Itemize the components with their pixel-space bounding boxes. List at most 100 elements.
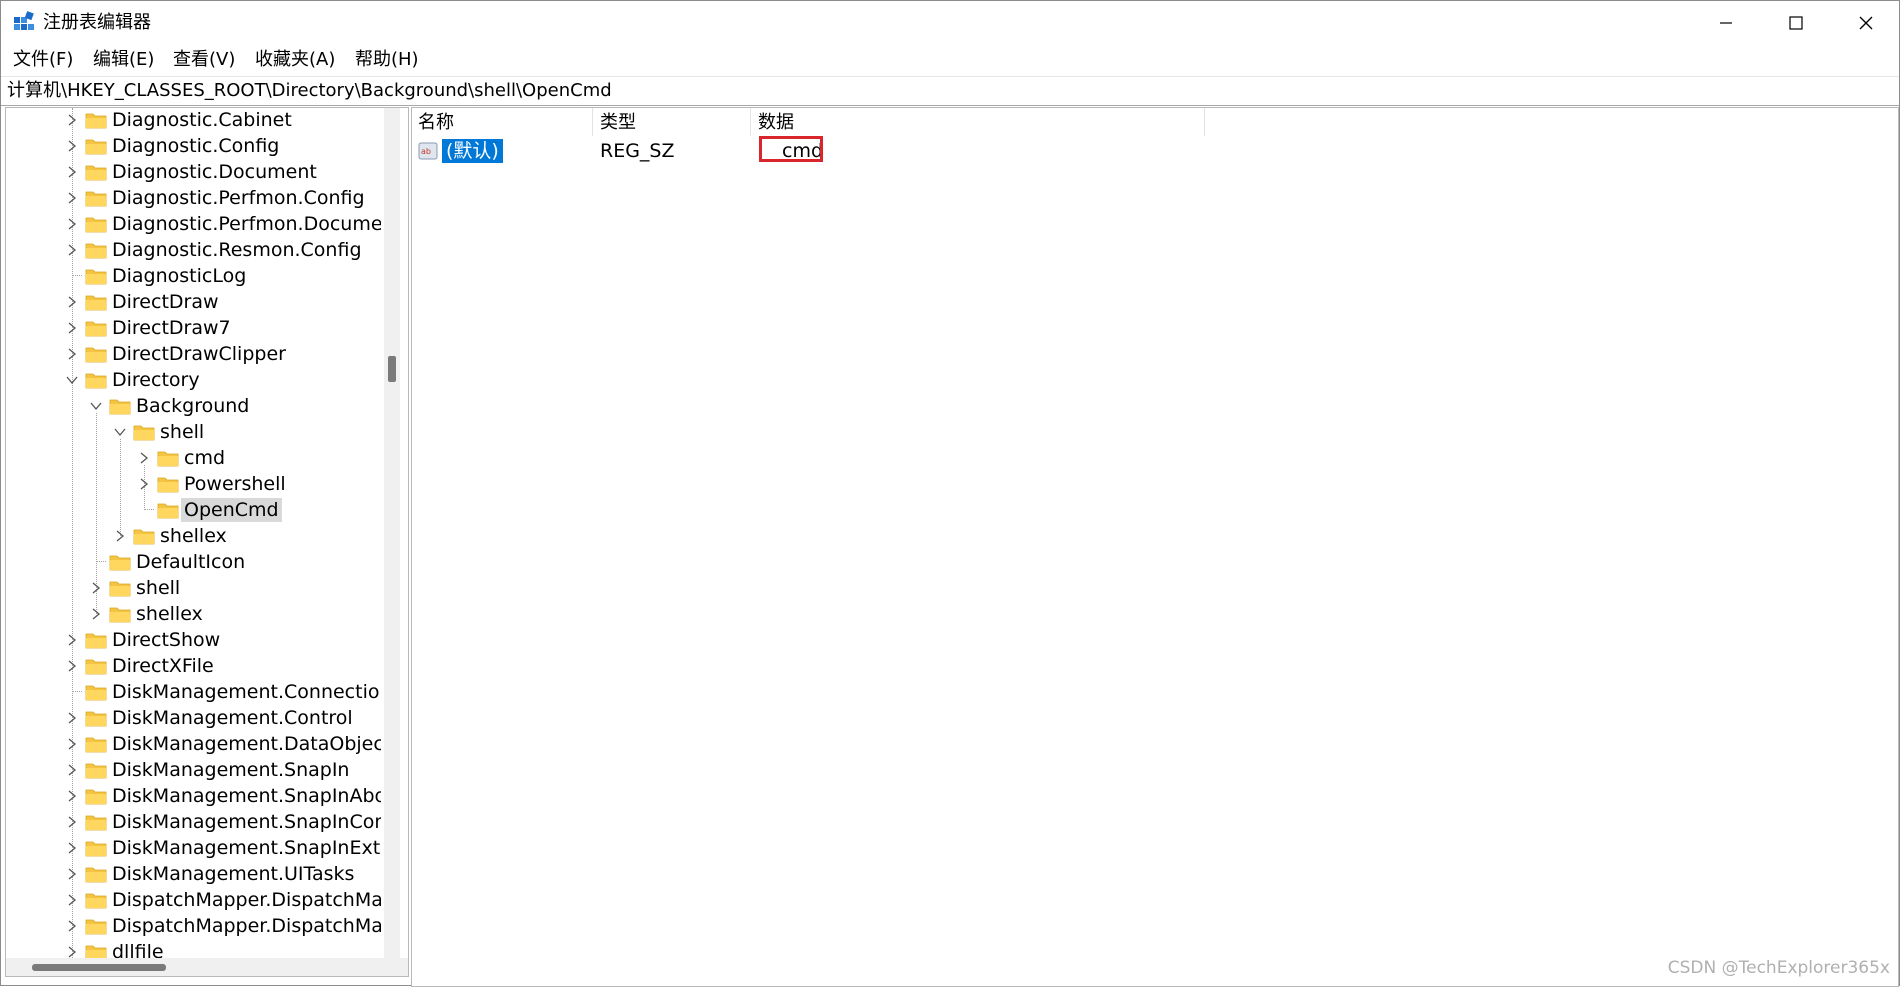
tree-item[interactable]: Powershell [6,471,381,497]
tree-item[interactable]: DiskManagement.DataObject [6,731,381,757]
chevron-right-icon[interactable] [66,920,78,932]
menu-file[interactable]: 文件(F) [13,48,73,72]
tree-item-label[interactable]: dllfile [109,940,167,958]
tree-item[interactable]: DirectDraw7 [6,315,381,341]
tree-item-label[interactable]: cmd [181,446,228,470]
tree-item-label[interactable]: DirectShow [109,628,223,652]
menu-view[interactable]: 查看(V) [173,48,235,72]
tree-item[interactable]: Diagnostic.Perfmon.Config [6,185,381,211]
chevron-down-icon[interactable] [114,426,126,438]
tree-item[interactable]: DiskManagement.SnapInComp [6,809,381,835]
tree-item-label[interactable]: shell [133,576,183,600]
tree-item-label[interactable]: Background [133,394,252,418]
chevron-right-icon[interactable] [66,738,78,750]
tree-item[interactable]: shellex [6,523,381,549]
chevron-right-icon[interactable] [66,140,78,152]
tree-horizontal-scroll-thumb[interactable] [32,964,166,971]
tree-item-label[interactable]: DiskManagement.Control [109,706,356,730]
tree-item[interactable]: Diagnostic.Document [6,159,381,185]
tree-item[interactable]: DiskManagement.Control [6,705,381,731]
tree-item-label[interactable]: DispatchMapper.DispatchMap [109,914,381,938]
minimize-button[interactable] [1691,1,1761,45]
chevron-right-icon[interactable] [66,218,78,230]
chevron-right-icon[interactable] [66,634,78,646]
chevron-right-icon[interactable] [66,114,78,126]
chevron-right-icon[interactable] [66,348,78,360]
chevron-right-icon[interactable] [66,244,78,256]
tree-item-label[interactable]: DiskManagement.SnapInExtens [109,836,381,860]
tree-item-label[interactable]: Diagnostic.Resmon.Config [109,238,365,262]
menu-help[interactable]: 帮助(H) [355,48,419,72]
tree-item-label[interactable]: DefaultIcon [133,550,248,574]
tree-item[interactable]: DispatchMapper.DispatchMap [6,887,381,913]
tree-item[interactable]: OpenCmd [6,497,381,523]
tree-item-label[interactable]: Diagnostic.Perfmon.Document [109,212,381,236]
chevron-right-icon[interactable] [90,608,102,620]
tree-item-label[interactable]: shellex [133,602,206,626]
tree-horizontal-scrollbar[interactable] [6,958,408,976]
tree-item[interactable]: DiskManagement.UITasks [6,861,381,887]
chevron-right-icon[interactable] [66,868,78,880]
chevron-right-icon[interactable] [66,322,78,334]
tree-item[interactable]: Diagnostic.Config [6,133,381,159]
chevron-right-icon[interactable] [138,452,150,464]
chevron-right-icon[interactable] [66,660,78,672]
tree-item[interactable]: Diagnostic.Perfmon.Document [6,211,381,237]
column-header-type[interactable]: 类型 [600,111,636,135]
tree-item-label[interactable]: Diagnostic.Cabinet [109,108,295,132]
tree-item[interactable]: Diagnostic.Cabinet [6,108,381,133]
chevron-right-icon[interactable] [66,764,78,776]
tree-item-label[interactable]: DiskManagement.SnapIn [109,758,352,782]
close-button[interactable] [1831,1,1901,45]
chevron-down-icon[interactable] [66,374,78,386]
tree-item[interactable]: Directory [6,367,381,393]
tree-item[interactable]: DiagnosticLog [6,263,381,289]
chevron-right-icon[interactable] [90,582,102,594]
tree-item-label[interactable]: Diagnostic.Config [109,134,282,158]
tree-item-label[interactable]: DirectXFile [109,654,217,678]
tree-item-label[interactable]: Powershell [181,472,289,496]
tree-item-label[interactable]: DirectDraw7 [109,316,234,340]
column-separator[interactable] [750,108,751,136]
column-separator[interactable] [1204,108,1205,136]
column-header-data[interactable]: 数据 [758,111,794,135]
tree-item[interactable]: DirectShow [6,627,381,653]
tree-item[interactable]: DirectDrawClipper [6,341,381,367]
column-header-name[interactable]: 名称 [418,111,454,135]
chevron-right-icon[interactable] [66,166,78,178]
tree-item-label[interactable]: shell [157,420,207,444]
tree-item-label[interactable]: DiskManagement.SnapInAbout [109,784,381,808]
tree-item-label[interactable]: Diagnostic.Document [109,160,320,184]
tree-item[interactable]: DiskManagement.SnapInExtens [6,835,381,861]
tree-item-label[interactable]: DiagnosticLog [109,264,249,288]
tree-item[interactable]: DiskManagement.SnapIn [6,757,381,783]
tree-item[interactable]: DispatchMapper.DispatchMap [6,913,381,939]
tree-item[interactable]: shell [6,575,381,601]
tree-item[interactable]: shell [6,419,381,445]
chevron-right-icon[interactable] [138,478,150,490]
tree-item[interactable]: shellex [6,601,381,627]
address-path[interactable]: 计算机\HKEY_CLASSES_ROOT\Directory\Backgrou… [7,79,612,103]
chevron-right-icon[interactable] [66,842,78,854]
tree-item-label[interactable]: DirectDraw [109,290,222,314]
menu-edit[interactable]: 编辑(E) [93,48,154,72]
tree-item[interactable]: Diagnostic.Resmon.Config [6,237,381,263]
chevron-right-icon[interactable] [66,712,78,724]
value-name[interactable]: (默认) [442,139,503,163]
chevron-right-icon[interactable] [66,946,78,958]
address-bar[interactable]: 计算机\HKEY_CLASSES_ROOT\Directory\Backgrou… [1,76,1899,106]
tree-item-label[interactable]: Diagnostic.Perfmon.Config [109,186,368,210]
tree-item[interactable]: DirectXFile [6,653,381,679]
tree-item-label[interactable]: DiskManagement.Connection [109,680,381,704]
chevron-down-icon[interactable] [90,400,102,412]
tree-item[interactable]: DirectDraw [6,289,381,315]
tree-item-label[interactable]: Directory [109,368,203,392]
tree-item[interactable]: DiskManagement.SnapInAbout [6,783,381,809]
tree-item-label[interactable]: DiskManagement.DataObject [109,732,381,756]
value-row[interactable]: ab (默认) REG_SZ cmd [412,136,1898,164]
chevron-right-icon[interactable] [114,530,126,542]
chevron-right-icon[interactable] [66,296,78,308]
tree-item-label[interactable]: DirectDrawClipper [109,342,289,366]
chevron-right-icon[interactable] [66,894,78,906]
tree-vertical-scroll-thumb[interactable] [388,356,396,382]
